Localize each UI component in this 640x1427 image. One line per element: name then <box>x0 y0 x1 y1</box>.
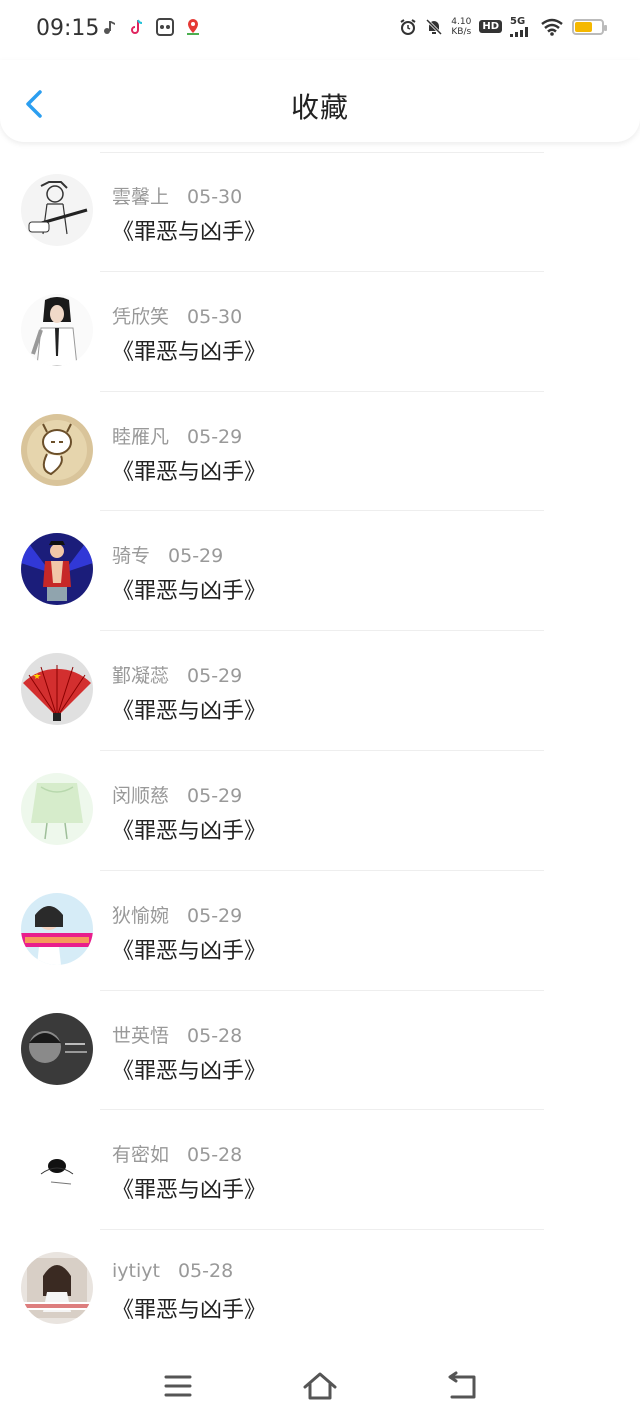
battery-level <box>575 21 592 32</box>
item-date: 05-30 <box>187 305 243 328</box>
item-title: 《罪恶与凶手》 <box>112 818 267 844</box>
header: 收藏 <box>0 60 640 142</box>
system-nav-bar <box>0 1347 640 1427</box>
system-icons: 4.10 KB/s HD 5G <box>399 16 607 37</box>
network-speed: 4.10 KB/s <box>451 17 471 37</box>
list-item[interactable]: 世英悟 05-28 《罪恶与凶手》 <box>0 991 640 1111</box>
item-meta: 闵顺慈 05-29 <box>112 781 242 808</box>
avatar <box>21 293 93 366</box>
wifi-icon <box>540 18 564 36</box>
avatar <box>21 1012 93 1085</box>
item-date: 05-28 <box>187 1144 243 1167</box>
home-button[interactable] <box>300 1369 340 1403</box>
item-meta: 雲馨上 05-30 <box>112 182 242 209</box>
hd-badge: HD <box>479 20 502 33</box>
menu-icon <box>164 1375 192 1397</box>
item-date: 05-29 <box>187 665 243 688</box>
list-item[interactable]: 狄愉婉 05-29 《罪恶与凶手》 <box>0 871 640 991</box>
avatar <box>21 1132 93 1205</box>
tiktok-icon <box>128 18 146 36</box>
back-nav-button[interactable] <box>442 1369 482 1403</box>
net-speed-unit: KB/s <box>451 26 472 37</box>
item-meta: 世英悟 05-28 <box>112 1021 242 1048</box>
music-note-icon <box>100 18 118 36</box>
item-date: 05-28 <box>177 1260 234 1283</box>
avatar <box>21 413 93 486</box>
item-title: 《罪恶与凶手》 <box>112 1178 267 1204</box>
network-type: 5G <box>510 16 526 27</box>
user-name: 鄞凝蕊 <box>112 665 170 688</box>
user-name: 雲馨上 <box>112 186 170 208</box>
item-meta: 睦雁凡 05-29 <box>112 422 242 449</box>
user-name: 骑专 <box>112 545 151 568</box>
list-item[interactable]: 骑专 05-29 《罪恶与凶手》 <box>0 511 640 632</box>
item-meta: 骑专 05-29 <box>112 541 223 568</box>
list-item[interactable]: iytiyt 05-28 《罪恶与凶手》 <box>0 1230 640 1350</box>
item-date: 05-29 <box>168 545 224 568</box>
status-bar: 09:15 4.10 KB/s HD 5G <box>0 0 640 60</box>
item-date: 05-30 <box>187 186 243 208</box>
status-time: 09:15 <box>36 16 100 41</box>
favorites-list: 雲馨上 05-30 《罪恶与凶手》 凭欣笑 05-30 《罪恶与凶手》 睦雁凡 05-… <box>0 152 640 1350</box>
back-icon <box>448 1371 476 1399</box>
notification-icons <box>100 18 202 36</box>
battery-icon <box>572 18 607 35</box>
list-item[interactable]: 有密如 05-28 《罪恶与凶手》 <box>0 1110 640 1231</box>
home-icon <box>303 1372 337 1400</box>
user-name: 世英悟 <box>112 1024 170 1047</box>
avatar <box>21 1252 93 1325</box>
item-date: 05-29 <box>187 425 243 448</box>
battery-tip <box>604 24 607 31</box>
item-title: 《罪恶与凶手》 <box>112 339 267 365</box>
item-meta: 凭欣笑 05-30 <box>112 302 242 329</box>
list-item[interactable]: 睦雁凡 05-29 《罪恶与凶手》 <box>0 392 640 512</box>
item-meta: 有密如 05-28 <box>112 1140 242 1167</box>
list-item[interactable]: 闵顺慈 05-29 《罪恶与凶手》 <box>0 751 640 871</box>
net-speed-value: 4.10 <box>451 16 472 27</box>
mute-bell-icon <box>425 18 443 36</box>
page-title: 收藏 <box>290 91 349 124</box>
map-pin-icon <box>184 18 202 36</box>
user-name: 睦雁凡 <box>112 425 170 448</box>
item-title: 《罪恶与凶手》 <box>112 579 267 605</box>
item-date: 05-29 <box>187 904 243 927</box>
item-title: 《罪恶与凶手》 <box>112 1298 267 1324</box>
alarm-icon <box>399 18 417 36</box>
user-name: 狄愉婉 <box>112 904 170 927</box>
list-item[interactable]: 凭欣笑 05-30 《罪恶与凶手》 <box>0 272 640 392</box>
avatar <box>21 892 93 965</box>
avatar <box>21 533 93 606</box>
item-title: 《罪恶与凶手》 <box>112 938 267 964</box>
item-meta: 狄愉婉 05-29 <box>112 901 242 928</box>
item-date: 05-28 <box>187 1024 243 1047</box>
list-item[interactable]: 鄞凝蕊 05-29 《罪恶与凶手》 <box>0 631 640 751</box>
list-item[interactable]: 雲馨上 05-30 《罪恶与凶手》 <box>0 152 640 272</box>
item-meta: 鄞凝蕊 05-29 <box>112 661 242 688</box>
item-date: 05-29 <box>187 784 243 807</box>
item-meta: iytiyt 05-28 <box>112 1260 233 1282</box>
item-title: 《罪恶与凶手》 <box>112 459 267 485</box>
signal-group: 5G <box>510 16 532 37</box>
signal-icon <box>510 27 528 37</box>
avatar <box>21 772 93 845</box>
item-title: 《罪恶与凶手》 <box>112 1058 267 1084</box>
item-title: 《罪恶与凶手》 <box>112 699 267 725</box>
avatar <box>21 174 93 246</box>
user-name: 有密如 <box>112 1144 170 1167</box>
app-icon <box>156 18 174 36</box>
user-name: iytiyt <box>112 1260 160 1283</box>
menu-button[interactable] <box>158 1369 198 1403</box>
avatar <box>21 653 93 726</box>
item-title: 《罪恶与凶手》 <box>112 220 267 245</box>
user-name: 闵顺慈 <box>112 784 170 807</box>
user-name: 凭欣笑 <box>112 305 170 328</box>
